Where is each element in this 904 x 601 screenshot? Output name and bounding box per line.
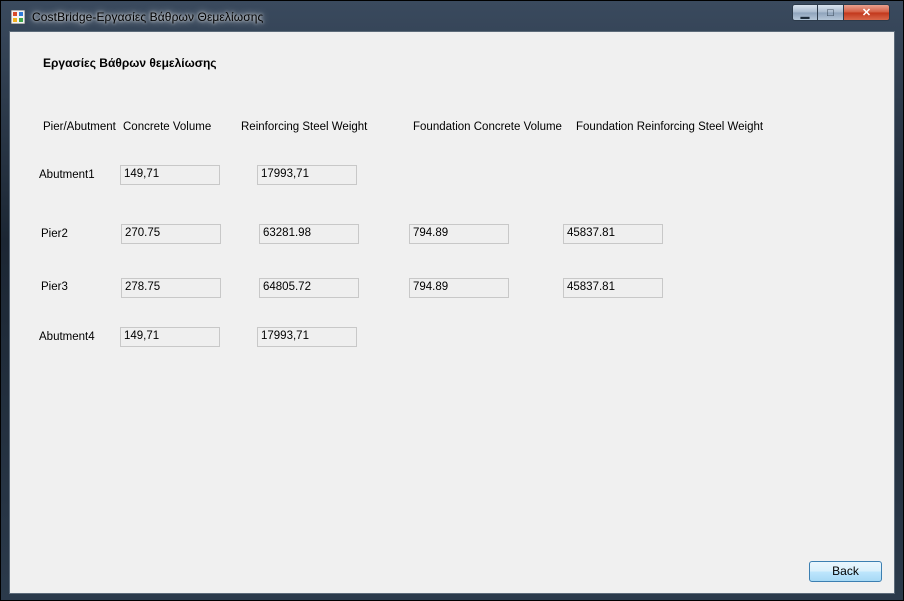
abutment1-steel-field[interactable]: 17993,71 [257,165,357,185]
abutment4-concrete-field[interactable]: 149,71 [120,327,220,347]
row-label-abutment1: Abutment1 [39,169,95,181]
window-controls: ▁ □ ✕ [792,4,890,23]
form-client-area: Εργασίες Βάθρων θεμελίωσης Pier/Abutment… [9,31,895,594]
abutment4-steel-field[interactable]: 17993,71 [257,327,357,347]
row-label-pier3: Pier3 [41,281,68,293]
maximize-button[interactable]: □ [818,4,844,21]
title-bar[interactable]: CostBridge-Εργασίες Βάθρων Θεμελίωσης ▁ … [1,1,903,31]
app-icon [11,10,25,24]
abutment1-concrete-field[interactable]: 149,71 [120,165,220,185]
close-button[interactable]: ✕ [844,4,890,21]
pier2-foundation-concrete-field[interactable]: 794.89 [409,224,509,244]
pier2-steel-field[interactable]: 63281.98 [259,224,359,244]
pier3-foundation-steel-field[interactable]: 45837.81 [563,278,663,298]
row-label-pier2: Pier2 [41,228,68,240]
column-header-pier: Pier/Abutment [43,121,116,133]
minimize-button[interactable]: ▁ [792,4,818,21]
pier3-concrete-field[interactable]: 278.75 [121,278,221,298]
column-header-concrete: Concrete Volume [123,121,212,133]
pier2-foundation-steel-field[interactable]: 45837.81 [563,224,663,244]
pier3-foundation-concrete-field[interactable]: 794.89 [409,278,509,298]
form-heading: Εργασίες Βάθρων θεμελίωσης [43,56,217,70]
back-button[interactable]: Back [809,561,882,582]
app-window: CostBridge-Εργασίες Βάθρων Θεμελίωσης ▁ … [0,0,904,601]
pier2-concrete-field[interactable]: 270.75 [121,224,221,244]
window-title: CostBridge-Εργασίες Βάθρων Θεμελίωσης [32,10,264,24]
pier3-steel-field[interactable]: 64805.72 [259,278,359,298]
column-header-steel: Reinforcing Steel Weight [241,121,368,133]
row-label-abutment4: Abutment4 [39,331,95,343]
column-header-foundation-concrete: Foundation Concrete Volume [413,121,562,133]
column-header-foundation-steel: Foundation Reinforcing Steel Weight [576,121,764,133]
